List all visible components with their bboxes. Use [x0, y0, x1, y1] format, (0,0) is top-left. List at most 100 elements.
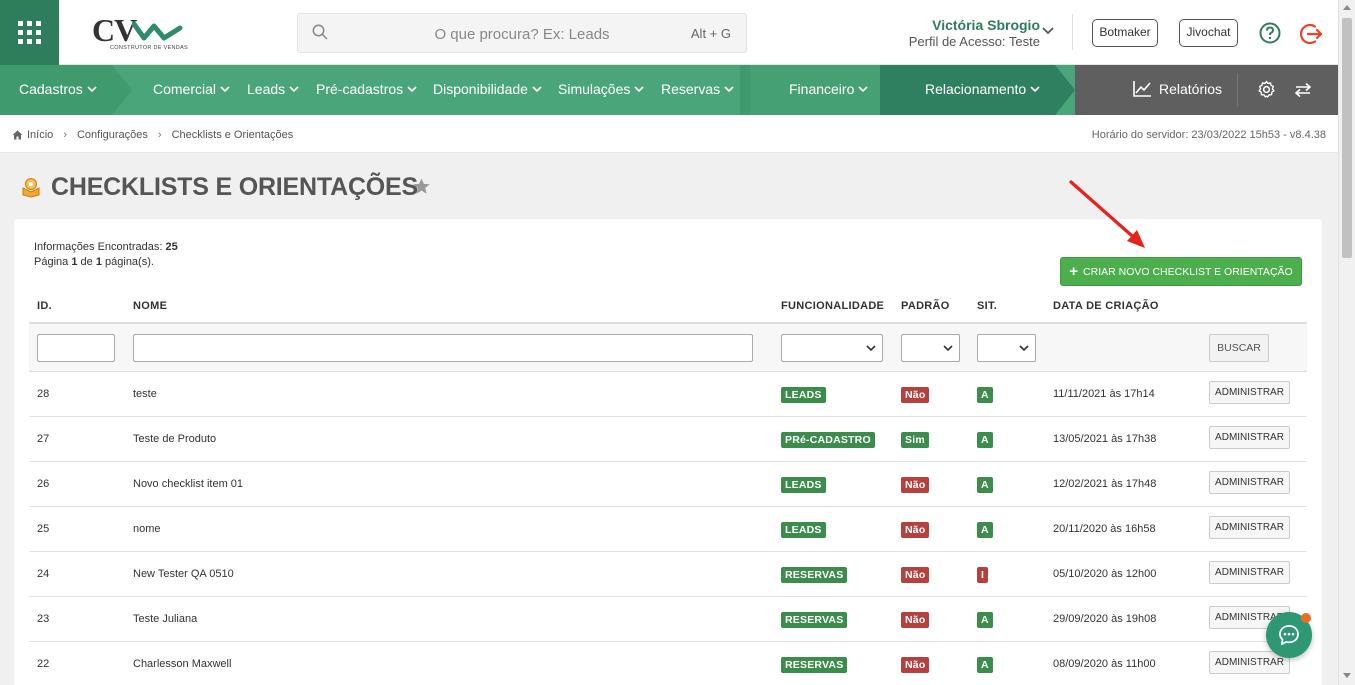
breadcrumb-inicio[interactable]: Início: [27, 129, 53, 141]
cell-date: 12/02/2021 às 17h48: [1053, 478, 1157, 490]
plus-icon: +: [1069, 262, 1079, 280]
nav-financeiro[interactable]: Financeiro: [789, 81, 868, 97]
scroll-up-icon[interactable]: [1343, 5, 1351, 10]
administrar-button[interactable]: ADMINISTRAR: [1209, 516, 1290, 539]
table-row: 24 New Tester QA 0510 RESERVAS Não I 05/…: [29, 552, 1307, 597]
chevron-down-icon: [87, 85, 97, 92]
filter-funcionalidade-select[interactable]: [781, 334, 883, 362]
cell-nome: teste: [133, 388, 157, 400]
padrao-badge: Não: [901, 522, 930, 538]
padrao-badge: Não: [901, 477, 930, 493]
table-row: 23 Teste Juliana RESERVAS Não A 29/09/20…: [29, 597, 1307, 642]
top-header: CV CONSTRUTOR DE VENDAS O que procura? E…: [0, 0, 1338, 65]
search-button[interactable]: BUSCAR: [1209, 334, 1269, 362]
brand-logo[interactable]: CV CONSTRUTOR DE VENDAS: [92, 12, 189, 54]
global-search-input[interactable]: O que procura? Ex: Leads Alt + G: [297, 13, 747, 53]
cell-id: 26: [37, 478, 50, 490]
logo-wave-icon: [132, 21, 183, 41]
table-row: 26 Novo checklist item 01 LEADS Não A 12…: [29, 462, 1307, 507]
administrar-button[interactable]: ADMINISTRAR: [1209, 381, 1290, 404]
padrao-badge: Não: [901, 387, 930, 403]
cell-nome: Teste de Produto: [133, 433, 217, 445]
breadcrumb: Início › Configurações › Checklists e Or…: [12, 129, 293, 141]
nav-label: Comercial: [153, 81, 217, 97]
nav-relacionamento[interactable]: Relacionamento: [925, 81, 1040, 97]
scroll-down-icon[interactable]: [1343, 673, 1351, 678]
chevron-down-icon: [943, 345, 953, 352]
nav-label: Disponibilidade: [433, 81, 528, 97]
nav-comercial[interactable]: Comercial: [153, 81, 230, 97]
jivochat-button[interactable]: Jivochat: [1179, 19, 1238, 47]
page-scrollbar[interactable]: [1338, 0, 1355, 685]
cell-date: 13/05/2021 às 17h38: [1053, 433, 1157, 445]
cell-id: 24: [37, 568, 50, 580]
col-sit[interactable]: SIT.: [977, 300, 997, 312]
filter-id-input[interactable]: [37, 334, 115, 362]
filter-padrao-select[interactable]: [901, 334, 960, 362]
logout-icon[interactable]: [1300, 22, 1324, 46]
server-time: Horário do servidor: 23/03/2022 15h53 - …: [1091, 129, 1326, 141]
chevron-down-icon: [289, 85, 299, 92]
administrar-button[interactable]: ADMINISTRAR: [1209, 471, 1290, 494]
padrao-badge: Sim: [901, 432, 929, 448]
pagination-suffix: página(s).: [105, 256, 154, 268]
swap-arrows-icon[interactable]: [1294, 82, 1312, 98]
gear-icon[interactable]: [1257, 80, 1276, 99]
filter-nome-input[interactable]: [133, 334, 753, 362]
cell-date: 05/10/2020 às 12h00: [1053, 568, 1157, 580]
col-nome[interactable]: NOME: [133, 300, 167, 312]
nav-label: Relatórios: [1159, 80, 1223, 97]
botmaker-button[interactable]: Botmaker: [1092, 19, 1158, 47]
col-id[interactable]: ID.: [37, 300, 52, 312]
chevron-down-icon[interactable]: [1042, 26, 1054, 36]
favorite-star-icon[interactable]: [412, 177, 431, 196]
checklist-box-icon: [22, 178, 40, 198]
create-checklist-button[interactable]: + CRIAR NOVO CHECKLIST E ORIENTAÇÃO: [1060, 257, 1302, 286]
cell-nome: Charlesson Maxwell: [133, 658, 232, 670]
func-badge: RESERVAS: [781, 612, 848, 628]
chevron-down-icon: [532, 85, 542, 92]
pagination-current: 1: [71, 256, 78, 268]
annotation-arrow: [1069, 180, 1145, 248]
status-badge: A: [977, 612, 993, 628]
cell-date: 29/09/2020 às 19h08: [1053, 613, 1157, 625]
page-title: CHECKLISTS E ORIENTAÇÕES: [51, 173, 418, 201]
nav-label: Reservas: [661, 81, 721, 97]
chevron-down-icon: [724, 85, 734, 92]
results-count-line: Informações Encontradas: 25: [34, 240, 178, 255]
search-placeholder: O que procura? Ex: Leads: [434, 26, 610, 43]
filter-sit-select[interactable]: [977, 334, 1036, 362]
nav-relatorios[interactable]: Relatórios: [1133, 80, 1222, 97]
nav-leads[interactable]: Leads: [247, 81, 299, 97]
chevron-down-icon: [634, 85, 644, 92]
breadcrumb-current: Checklists e Orientações: [171, 129, 294, 141]
nav-pre-cadastros[interactable]: Pré-cadastros: [316, 81, 417, 97]
home-icon: [12, 130, 23, 140]
apps-grid-icon[interactable]: [0, 0, 59, 65]
table-header: ID. NOME FUNCIONALIDADE PADRÃO SIT. DATA…: [29, 289, 1307, 324]
nav-reservas[interactable]: Reservas: [661, 81, 734, 97]
administrar-button[interactable]: ADMINISTRAR: [1209, 561, 1290, 584]
scrollbar-thumb[interactable]: [1342, 18, 1352, 258]
logo-text: CV: [92, 12, 137, 48]
administrar-button[interactable]: ADMINISTRAR: [1209, 426, 1290, 449]
nav-cadastros[interactable]: Cadastros: [19, 81, 97, 97]
logo-subtitle: CONSTRUTOR DE VENDAS: [110, 45, 189, 51]
breadcrumb-configuracoes[interactable]: Configurações: [77, 129, 148, 141]
cell-nome: nome: [133, 523, 161, 535]
pagination-line: Página 1 de 1 página(s).: [34, 255, 178, 270]
chevron-down-icon: [866, 345, 876, 352]
cell-id: 27: [37, 433, 50, 445]
table-row: 22 Charlesson Maxwell RESERVAS Não A 08/…: [29, 642, 1307, 685]
chevron-down-icon: [858, 85, 868, 92]
col-funcionalidade[interactable]: FUNCIONALIDADE: [781, 300, 884, 312]
func-badge: LEADS: [781, 522, 826, 538]
nav-label: Pré-cadastros: [316, 81, 404, 97]
nav-simulacoes[interactable]: Simulações: [558, 81, 644, 97]
col-padrao[interactable]: PADRÃO: [901, 300, 950, 312]
col-data-criacao[interactable]: DATA DE CRIAÇÃO: [1053, 300, 1159, 312]
user-name: Victória Sbrogio: [932, 17, 1040, 33]
user-menu[interactable]: Victória Sbrogio Perfil de Acesso: Teste: [880, 17, 1040, 49]
nav-disponibilidade[interactable]: Disponibilidade: [433, 81, 542, 97]
help-icon[interactable]: [1259, 22, 1281, 44]
